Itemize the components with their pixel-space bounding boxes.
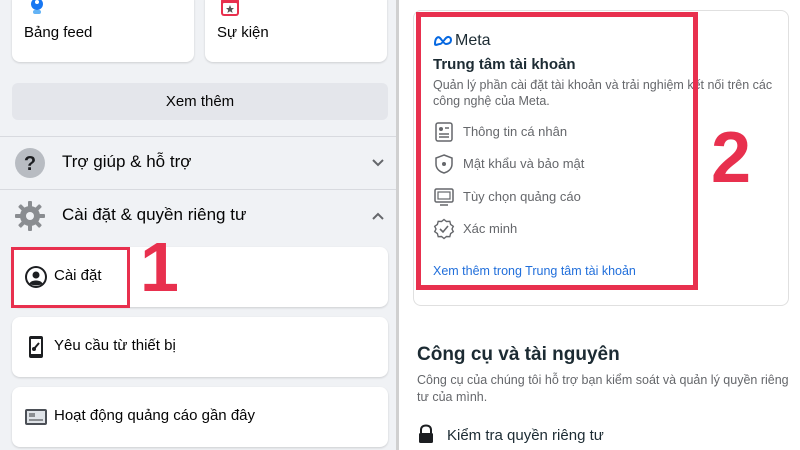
privacy-checkup-label: Kiểm tra quyền riêng tư [447, 427, 604, 444]
section-help-support[interactable]: ? Trợ giúp & hỗ trợ [0, 137, 396, 189]
section-label: Trợ giúp & hỗ trợ [62, 152, 192, 171]
svg-text:?: ? [24, 153, 36, 175]
section-label: Cài đặt & quyền riêng tư [62, 205, 247, 224]
item-label: Yêu cầu từ thiết bị [54, 337, 176, 354]
step-number-1: 1 [140, 228, 179, 306]
calendar-icon [221, 0, 239, 16]
gear-icon [15, 201, 45, 231]
shortcut-events[interactable]: Sự kiện [205, 0, 387, 62]
item-label: Hoạt động quảng cáo gần đây [54, 407, 255, 424]
highlight-box-step-1 [11, 247, 130, 308]
help-icon: ? [15, 148, 45, 178]
see-more-button[interactable]: Xem thêm [12, 83, 388, 120]
chevron-down-icon [372, 159, 384, 167]
shortcut-feed[interactable]: Bảng feed [12, 0, 194, 62]
tools-resources-title: Công cụ và tài nguyên [417, 344, 620, 365]
right-panel: Meta Trung tâm tài khoản Quản lý phần cà… [403, 0, 800, 450]
highlight-box-step-2 [416, 12, 698, 290]
chevron-up-icon [372, 212, 384, 220]
ad-icon [25, 409, 47, 425]
lock-icon [419, 424, 433, 443]
phone-icon [29, 336, 43, 358]
left-panel: Bảng feed Sự kiện Xem thêm ? Trợ giúp & … [0, 0, 399, 450]
step-number-2: 2 [711, 118, 752, 198]
device-requests-item[interactable]: Yêu cầu từ thiết bị [12, 317, 388, 377]
shortcut-label: Sự kiện [217, 24, 269, 41]
privacy-checkup-row[interactable]: Kiểm tra quyền riêng tư [417, 424, 717, 448]
recent-ad-activity-item[interactable]: Hoạt động quảng cáo gần đây [12, 387, 388, 447]
feed-icon [31, 0, 43, 14]
shortcut-label: Bảng feed [24, 24, 93, 41]
tools-resources-description: Công cụ của chúng tôi hỗ trợ bạn kiểm so… [417, 373, 789, 404]
section-settings-privacy[interactable]: Cài đặt & quyền riêng tư [0, 190, 396, 242]
